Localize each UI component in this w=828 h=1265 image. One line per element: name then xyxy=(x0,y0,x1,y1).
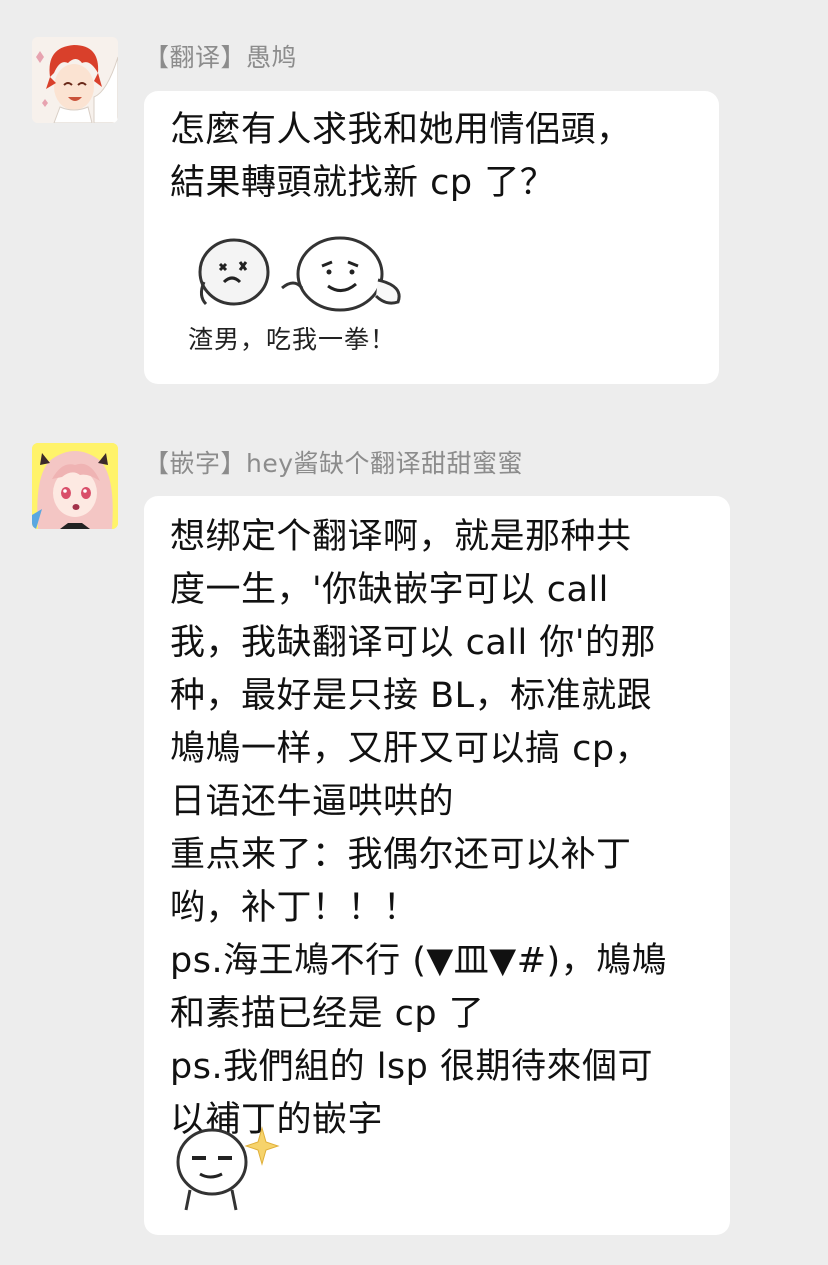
sticker-caption: 渣男，吃我一拳！ xyxy=(188,325,397,354)
sender-avatar-1[interactable] xyxy=(32,37,118,123)
sticker-smirk-face-image xyxy=(176,1126,280,1211)
message-bubble-2[interactable]: 想绑定个翻译啊，就是那种共 度一生，'你缺嵌字可以 call 我，我缺翻译可以 … xyxy=(144,496,730,1235)
message-text-1: 怎麼有人求我和她用情侶頭， 結果轉頭就找新 cp 了？ xyxy=(170,110,632,203)
avatar-illustration-pink-hair-girl xyxy=(32,443,118,529)
message-bubble-1[interactable]: 怎麼有人求我和她用情侶頭， 結果轉頭就找新 cp 了？ 渣男，吃我一拳！ xyxy=(144,91,719,384)
sticker-punch[interactable]: 渣男，吃我一拳！ xyxy=(172,224,422,354)
sender-name-2: 【嵌字】hey酱缺个翻译甜甜蜜蜜 xyxy=(144,449,524,478)
avatar-illustration-red-hair-boy xyxy=(32,37,118,123)
sticker-smirk[interactable] xyxy=(170,1120,280,1212)
message-text-2: 想绑定个翻译啊，就是那种共 度一生，'你缺嵌字可以 call 我，我缺翻译可以 … xyxy=(170,517,668,1140)
sender-name-1: 【翻译】愚鸠 xyxy=(144,43,298,72)
sender-avatar-2[interactable] xyxy=(32,443,118,529)
